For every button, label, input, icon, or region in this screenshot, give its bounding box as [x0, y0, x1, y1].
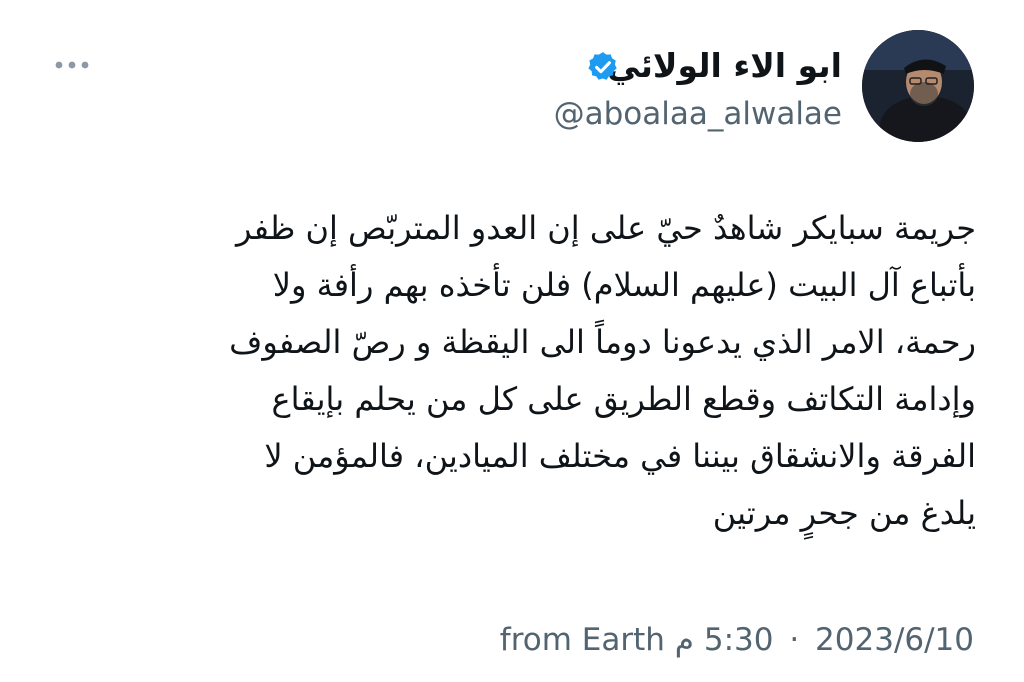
- tweet-text-line: جريمة سبايكر شاهدٌ حيّ على إن العدو المت…: [235, 209, 976, 247]
- person-avatar-icon: [862, 30, 974, 142]
- verified-badge-icon: [588, 52, 617, 80]
- tweet-text-line: رحمة، الامر الذي يدعونا دوماً الى اليقظة…: [229, 323, 976, 361]
- tweet-card: ابو الاء الولائي @aboalaa_alwalae جريمة …: [0, 0, 1024, 682]
- meta-separator: ·: [789, 622, 800, 658]
- tweet-text-line: بأتباع آل البيت (عليهم السلام) فلن تأخذه…: [272, 266, 976, 304]
- author-avatar[interactable]: [862, 30, 974, 142]
- tweet-body: جريمة سبايكر شاهدٌ حيّ على إن العدو المت…: [36, 200, 976, 542]
- tweet-metadata: from Earth 5:30 م · 2023/6/10: [500, 618, 974, 662]
- more-options-button[interactable]: [50, 50, 94, 80]
- author-handle[interactable]: @aboalaa_alwalae: [554, 92, 842, 136]
- tweet-text-line: الفرقة والانشقاق بيننا في مختلف الميادين…: [264, 437, 976, 475]
- tweet-source: from Earth: [499, 622, 665, 658]
- tweet-text-line: وإدامة التكاتف وقطع الطريق على كل من يحل…: [271, 380, 976, 418]
- tweet-text-line: يلدغ من جحرٍ مرتين: [712, 494, 976, 532]
- tweet-time[interactable]: 5:30 م: [675, 618, 774, 662]
- author-display-name[interactable]: ابو الاء الولائي: [607, 44, 842, 88]
- tweet-date[interactable]: 2023/6/10: [815, 618, 974, 662]
- more-horizontal-icon: [55, 61, 89, 69]
